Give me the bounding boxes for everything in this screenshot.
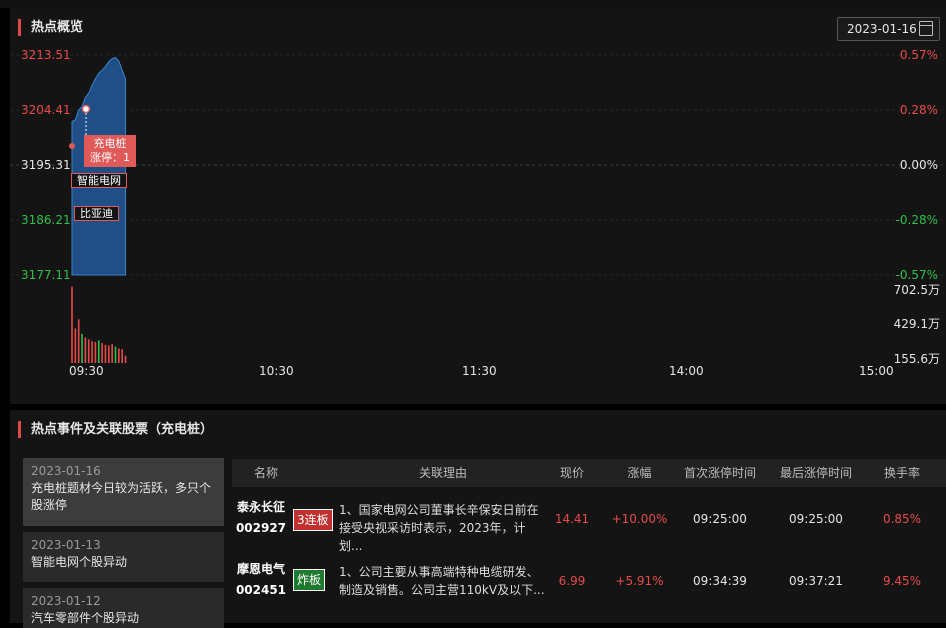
volume-bar <box>114 346 117 363</box>
volume-bar <box>118 348 120 363</box>
x-tick-2: 11:30 <box>462 364 497 378</box>
pct-label-2: 0.00% <box>899 158 938 172</box>
hotspot-tooltip[interactable]: 充电桩 涨停：1 <box>84 135 136 167</box>
event-item[interactable]: 2023-01-16 充电桩题材今日较为活跃，多只个股涨停 <box>23 458 224 526</box>
event-text: 汽车零部件个股异动 <box>31 611 140 625</box>
stock-name-cell[interactable]: 摩恩电气 002451 <box>232 559 290 601</box>
overview-panel: 热点概览 2023-01-16 3213.51 3204.41 3195.31 … <box>10 8 946 404</box>
pct-label-4: -0.57% <box>895 268 938 282</box>
x-tick-3: 14:00 <box>669 364 704 378</box>
turnover: 9.45% <box>882 574 922 588</box>
col-reason: 关联理由 <box>418 466 467 480</box>
col-change[interactable]: 涨幅 <box>597 459 682 487</box>
volume-bar <box>87 339 90 363</box>
volume-bar <box>77 319 80 363</box>
tooltip-count: 涨停：1 <box>90 151 130 164</box>
reason-text: 1、公司主要从事高端特种电缆研发、制造及销售。公司主营110kV及以下... <box>339 565 545 597</box>
stock-table-header: 名称 关联理由 现价 涨幅 首次涨停时间 最后涨停时间 换手率 <box>232 459 946 487</box>
y-label-3: 3186.21 <box>21 213 71 227</box>
pct-label-1: 0.28% <box>899 103 938 117</box>
event-date: 2023-01-12 <box>31 594 101 608</box>
stock-name[interactable]: 泰永长征 <box>232 497 290 518</box>
volume-bar <box>124 355 127 363</box>
volume-bar <box>104 344 107 363</box>
x-tick-4: 15:00 <box>859 364 894 378</box>
price: 14.41 <box>554 512 590 526</box>
x-tick-1: 10:30 <box>259 364 294 378</box>
stock-code: 002451 <box>235 583 287 597</box>
marker-dot-left <box>69 143 75 149</box>
volume-bar <box>74 328 77 363</box>
table-row[interactable]: 泰永长征 002927 3连板 1、国家电网公司董事长辛保安日前在接受央视采访时… <box>232 491 946 553</box>
volume-bar <box>84 337 87 363</box>
y-label-2: 3195.31 <box>21 158 71 172</box>
volume-bar <box>91 341 93 363</box>
col-price[interactable]: 现价 <box>547 459 597 487</box>
y-label-4: 3177.11 <box>21 268 71 282</box>
event-date: 2023-01-13 <box>31 538 101 552</box>
volume-bars <box>71 286 127 363</box>
volume-bar <box>121 349 123 363</box>
volume-bar <box>94 341 97 363</box>
first-limit-time: 09:25:00 <box>693 512 747 526</box>
events-title: 热点事件及关联股票（充电桩） <box>18 421 213 438</box>
change: +10.00% <box>611 512 668 526</box>
last-limit-time: 09:37:21 <box>789 574 843 588</box>
stock-name-cell[interactable]: 泰永长征 002927 <box>232 497 290 539</box>
stock-name[interactable]: 摩恩电气 <box>232 559 290 580</box>
chart-grid <box>10 54 946 276</box>
events-panel: 热点事件及关联股票（充电桩） 2023-01-16 充电桩题材今日较为活跃，多只… <box>10 410 946 628</box>
marker-dot <box>81 104 91 114</box>
event-date: 2023-01-16 <box>31 464 101 478</box>
price: 6.99 <box>558 574 586 588</box>
volume-bar <box>101 343 103 363</box>
change: +5.91% <box>615 574 664 588</box>
status-badge: 3连板 <box>293 509 333 531</box>
volume-bar <box>81 333 83 363</box>
col-first-limit[interactable]: 首次涨停时间 <box>672 459 768 487</box>
vol-label-1: 429.1万 <box>893 317 940 331</box>
event-text: 充电桩题材今日较为活跃，多只个股涨停 <box>31 481 212 512</box>
reason-text: 1、国家电网公司董事长辛保安日前在接受央视采访时表示，2023年，计划... <box>339 503 539 553</box>
index-chart <box>10 54 946 363</box>
tooltip-title: 充电桩 <box>93 137 127 150</box>
volume-bar <box>108 345 110 363</box>
y-label-0: 3213.51 <box>21 48 71 62</box>
col-turnover[interactable]: 换手率 <box>864 459 940 487</box>
pct-label-3: -0.28% <box>895 213 938 227</box>
col-name[interactable]: 名称 <box>232 459 300 487</box>
first-limit-time: 09:34:39 <box>693 574 747 588</box>
vol-label-0: 702.5万 <box>893 283 940 297</box>
x-tick-0: 09:30 <box>69 364 104 378</box>
table-row[interactable]: 摩恩电气 002451 炸板 1、公司主要从事高端特种电缆研发、制造及销售。公司… <box>232 553 946 613</box>
event-item[interactable]: 2023-01-13 智能电网个股异动 <box>23 532 224 582</box>
event-item[interactable]: 2023-01-12 汽车零部件个股异动 <box>23 588 224 628</box>
top-strip <box>0 0 946 8</box>
turnover: 0.85% <box>882 512 922 526</box>
col-last-limit[interactable]: 最后涨停时间 <box>768 459 864 487</box>
volume-bar <box>71 286 73 363</box>
volume-bar <box>97 340 100 363</box>
stock-code: 002927 <box>235 521 287 535</box>
event-text: 智能电网个股异动 <box>31 555 128 569</box>
status-badge: 炸板 <box>293 569 326 591</box>
vol-label-2: 155.6万 <box>893 352 940 366</box>
y-label-1: 3204.41 <box>21 103 71 117</box>
tag-byd[interactable]: 比亚迪 <box>74 206 119 221</box>
tag-smart-grid[interactable]: 智能电网 <box>71 173 127 188</box>
volume-bar <box>111 344 113 363</box>
pct-label-0: 0.57% <box>899 48 938 62</box>
last-limit-time: 09:25:00 <box>789 512 843 526</box>
